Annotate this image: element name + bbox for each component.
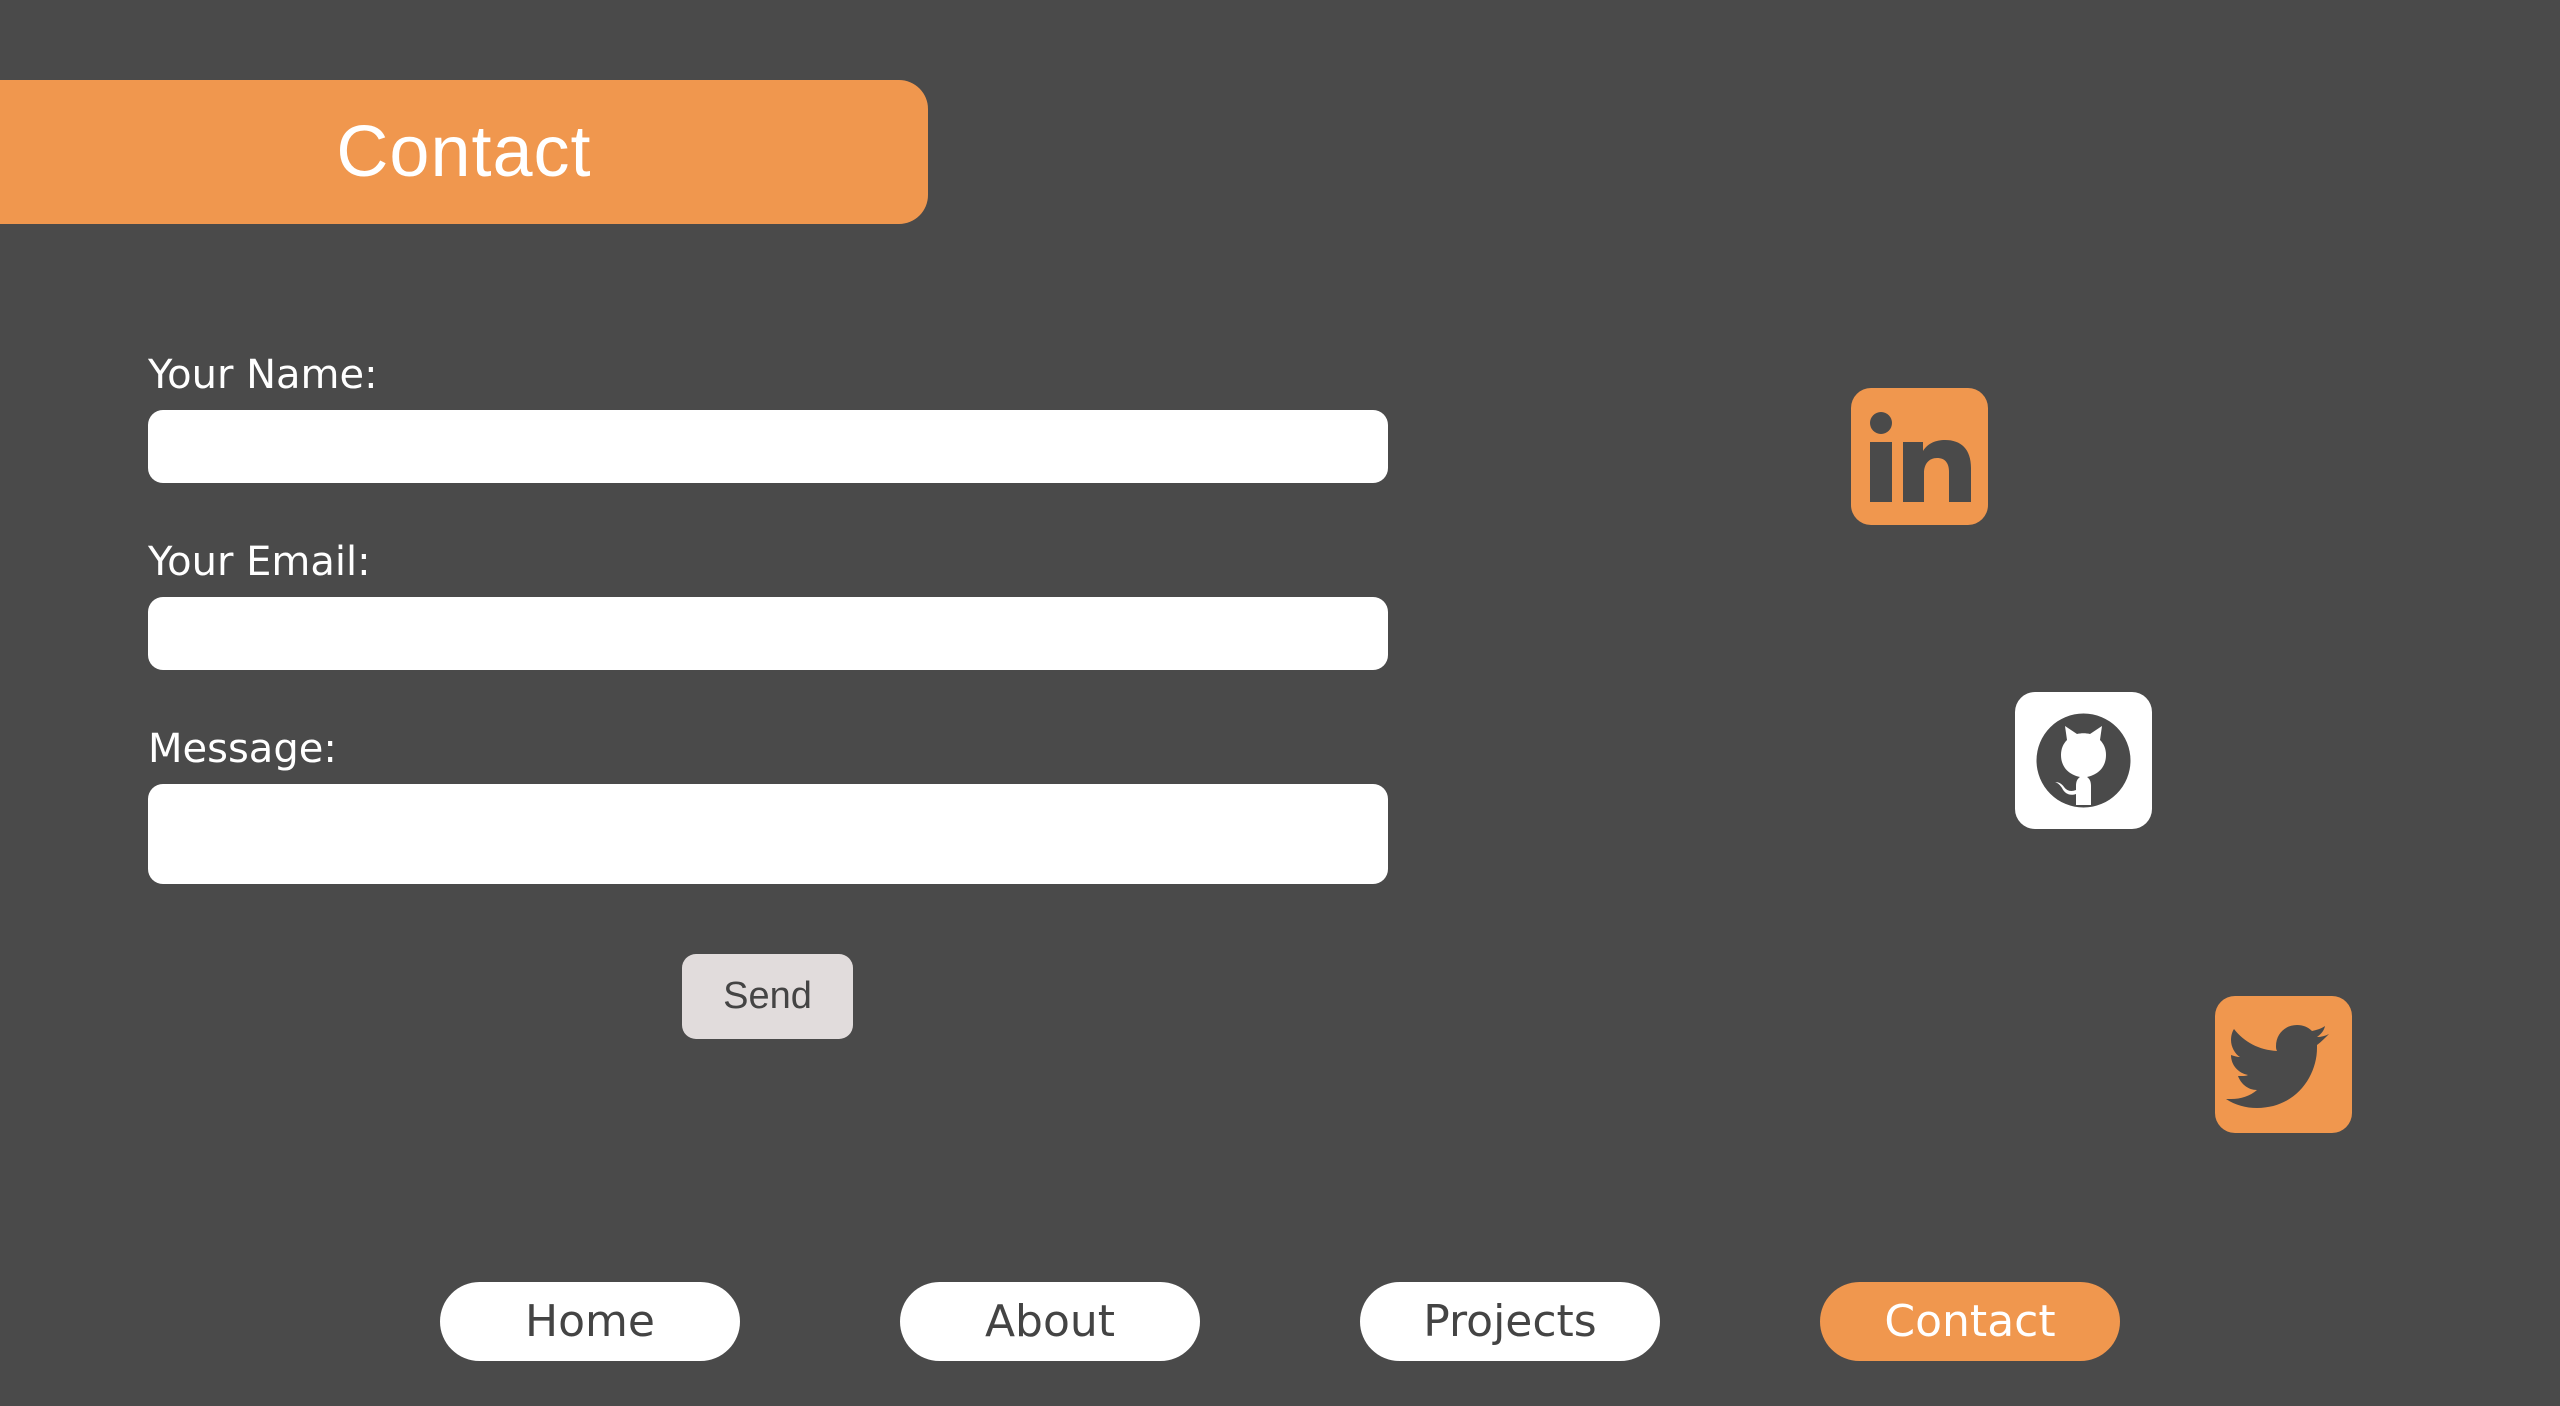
- linkedin-icon: [1870, 412, 1971, 502]
- nav-about-button[interactable]: About: [900, 1282, 1200, 1361]
- page-title: Contact: [336, 112, 592, 192]
- name-label: Your Name:: [148, 352, 378, 398]
- name-field[interactable]: [148, 410, 1388, 483]
- github-link[interactable]: [2015, 692, 2152, 829]
- twitter-icon: [2226, 1025, 2329, 1108]
- message-label: Message:: [148, 726, 337, 772]
- nav-contact-button[interactable]: Contact: [1820, 1282, 2120, 1361]
- message-field[interactable]: [148, 784, 1388, 884]
- contact-form: Your Name: Your Email: Message:: [148, 350, 1388, 884]
- email-field[interactable]: [148, 597, 1388, 670]
- nav-home-button[interactable]: Home: [440, 1282, 740, 1361]
- nav-projects-button[interactable]: Projects: [1360, 1282, 1660, 1361]
- linkedin-link[interactable]: [1851, 388, 1988, 525]
- page-header-banner: Contact: [0, 80, 928, 224]
- twitter-link[interactable]: [2215, 996, 2352, 1133]
- email-label: Your Email:: [148, 539, 371, 585]
- send-button[interactable]: Send: [682, 954, 853, 1039]
- github-icon: [2036, 713, 2131, 808]
